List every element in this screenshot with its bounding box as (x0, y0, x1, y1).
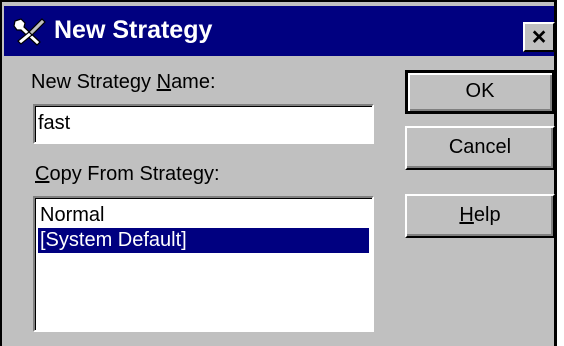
strategy-name-input[interactable]: fast (33, 104, 374, 144)
close-icon: × (531, 23, 547, 51)
dialog-title: New Strategy (54, 16, 213, 44)
close-button[interactable]: × (523, 22, 555, 52)
copy-from-label-mnemonic: C (35, 163, 50, 185)
help-button-mnemonic: H (459, 204, 474, 226)
copy-from-strategy-list[interactable]: Normal [System Default] (33, 196, 374, 332)
wrench-screwdriver-icon (13, 18, 46, 46)
strategy-name-label-text: New Strategy (31, 71, 157, 93)
strategy-name-label: New Strategy Name: (31, 70, 216, 94)
strategy-name-label-rest: ame: (171, 71, 216, 93)
copy-from-label-text: opy From Strategy: (49, 163, 220, 185)
help-button[interactable]: Help (405, 194, 555, 238)
help-button-label: elp (473, 204, 501, 226)
new-strategy-dialog: New Strategy × New Strategy Name: fast C… (0, 0, 557, 346)
title-bar[interactable]: New Strategy × (4, 6, 555, 56)
copy-from-label: Copy From Strategy: (35, 162, 220, 186)
strategy-list-item[interactable]: [System Default] (38, 228, 369, 253)
strategy-list-item[interactable]: Normal (38, 203, 369, 228)
strategy-name-label-mnemonic: N (156, 71, 172, 93)
cancel-button[interactable]: Cancel (405, 126, 555, 170)
ok-button[interactable]: OK (405, 70, 555, 114)
